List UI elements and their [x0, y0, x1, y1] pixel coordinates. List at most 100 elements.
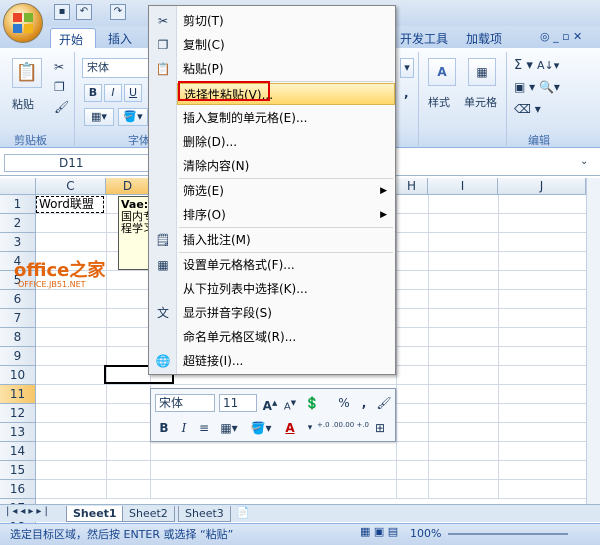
- row-header[interactable]: 10: [0, 366, 36, 385]
- fill-color-icon[interactable]: 🪣▾: [118, 108, 148, 126]
- context-menu-item[interactable]: 从下拉列表中选择(K)...: [177, 278, 395, 300]
- tab-home[interactable]: 开始: [50, 28, 96, 48]
- name-box[interactable]: D11: [4, 154, 150, 172]
- select-all-corner[interactable]: [0, 178, 36, 195]
- row-header[interactable]: 6: [0, 290, 36, 309]
- zoom-level[interactable]: 100%: [410, 527, 441, 540]
- row-header[interactable]: 9: [0, 347, 36, 366]
- styles-button-label[interactable]: 样式: [428, 94, 450, 110]
- center-align-icon[interactable]: ≡: [195, 419, 213, 437]
- context-menu-item[interactable]: 设置单元格格式(F)...: [177, 254, 395, 276]
- window-controls[interactable]: ◎ _ ▫ ✕: [540, 30, 582, 43]
- ribbon-italic-button[interactable]: I: [104, 84, 122, 102]
- row-header[interactable]: 3: [0, 233, 36, 252]
- merge-cells-icon[interactable]: ⊞: [371, 419, 389, 437]
- column-header[interactable]: I: [428, 178, 498, 195]
- ribbon-underline-button[interactable]: U: [124, 84, 142, 102]
- column-header[interactable]: D: [106, 178, 150, 195]
- decrease-decimal-button[interactable]: .00 +.0: [341, 421, 371, 439]
- save-icon[interactable]: ▪: [54, 4, 70, 20]
- cell-c1[interactable]: Word联盟: [36, 196, 104, 213]
- row-header[interactable]: 13: [0, 423, 36, 442]
- borders-icon[interactable]: ▦▾: [215, 419, 243, 437]
- autosum-icon[interactable]: Σ ▾ A↓▾: [514, 58, 559, 73]
- grow-font-icon[interactable]: A▲: [261, 394, 279, 413]
- context-menu-item-label: 插入复制的单元格(E)...: [183, 111, 308, 125]
- format-painter-icon[interactable]: 🖌: [54, 100, 69, 114]
- mini-font-size[interactable]: 11: [219, 394, 257, 412]
- context-menu-item-label: 剪切(T): [183, 14, 224, 28]
- percent-button[interactable]: %: [335, 394, 353, 412]
- column-header[interactable]: C: [36, 178, 106, 195]
- context-menu-item[interactable]: 插入批注(M): [177, 229, 395, 251]
- context-menu-item[interactable]: 显示拼音字段(S): [177, 302, 395, 324]
- tab-insert[interactable]: 插入: [100, 28, 140, 48]
- paste-button-label[interactable]: 粘贴: [12, 96, 34, 112]
- mini-bold-button[interactable]: B: [155, 419, 173, 437]
- context-menu-item[interactable]: 粘贴(P): [177, 58, 395, 80]
- copy-icon[interactable]: ❐: [54, 80, 65, 94]
- row-header[interactable]: 2: [0, 214, 36, 233]
- context-menu-item-label: 筛选(E): [183, 184, 224, 198]
- cells-button-label[interactable]: 单元格: [464, 94, 497, 110]
- tab-addins[interactable]: 加载项: [458, 28, 510, 48]
- context-menu-item[interactable]: 剪切(T): [177, 10, 395, 32]
- sheet-tab-1[interactable]: Sheet1: [66, 506, 124, 522]
- cut-icon[interactable]: ✂: [54, 60, 64, 74]
- row-header[interactable]: 12: [0, 404, 36, 423]
- fill-color-icon[interactable]: 🪣▾: [247, 419, 275, 437]
- column-header[interactable]: H: [396, 178, 428, 195]
- insert-sheet-icon[interactable]: 📄: [236, 506, 250, 519]
- context-menu-item[interactable]: 插入复制的单元格(E)...: [177, 107, 395, 129]
- format-painter-icon[interactable]: 🖌: [375, 394, 393, 412]
- ribbon-bold-button[interactable]: B: [84, 84, 102, 102]
- row-header[interactable]: 7: [0, 309, 36, 328]
- expand-formula-icon[interactable]: ⌄: [580, 156, 588, 167]
- paste-large-icon[interactable]: 📋: [12, 58, 42, 88]
- context-menu-item[interactable]: 命名单元格区域(R)...: [177, 326, 395, 348]
- context-menu-item[interactable]: 筛选(E) ▶: [177, 180, 395, 202]
- context-menu-item[interactable]: 排序(O) ▶: [177, 204, 395, 226]
- context-menu-item[interactable]: 删除(D)...: [177, 131, 395, 153]
- comma-button[interactable]: ,: [355, 394, 373, 412]
- context-menu-item-label: 设置单元格格式(F)...: [183, 258, 295, 272]
- column-header[interactable]: J: [498, 178, 586, 195]
- clear-icon[interactable]: ⌫ ▾: [514, 102, 541, 116]
- vertical-scrollbar[interactable]: [586, 178, 600, 504]
- row-header[interactable]: 16: [0, 480, 36, 499]
- fill-icon[interactable]: ▣ ▾ 🔍▾: [514, 80, 560, 94]
- row-header[interactable]: 15: [0, 461, 36, 480]
- menu-separator: [179, 252, 393, 253]
- zoom-slider[interactable]: [448, 533, 568, 535]
- cells-icon[interactable]: ▦: [468, 58, 496, 86]
- copy-icon: ❐: [157, 38, 169, 52]
- context-menu-item[interactable]: 清除内容(N): [177, 155, 395, 177]
- grid-line: [36, 498, 586, 499]
- row-header[interactable]: 11: [0, 385, 36, 404]
- font-color-button[interactable]: A: [281, 419, 299, 437]
- shrink-font-icon[interactable]: A▼: [281, 394, 299, 412]
- ribbon-font-name[interactable]: 宋体: [82, 58, 150, 78]
- undo-icon[interactable]: ↶: [76, 4, 92, 20]
- mini-font-name[interactable]: 宋体: [155, 394, 215, 412]
- context-menu-item[interactable]: 复制(C): [177, 34, 395, 56]
- styles-icon[interactable]: A: [428, 58, 456, 86]
- sheet-tab-2[interactable]: Sheet2: [122, 506, 175, 522]
- context-menu: 剪切(T) ✂ 复制(C) ❐ 粘贴(P) 📋 选择性粘贴(V)... 插入复制的单元格(E)…: [148, 5, 396, 375]
- context-menu-item[interactable]: 超链接(I)...: [177, 350, 395, 372]
- tab-developer[interactable]: 开发工具: [392, 28, 456, 48]
- borders-icon[interactable]: ▦▾: [84, 108, 114, 126]
- mini-italic-button[interactable]: I: [175, 419, 193, 437]
- currency-icon[interactable]: 💲: [303, 394, 321, 412]
- row-header[interactable]: 1: [0, 195, 36, 214]
- sheet-nav-arrows-icon[interactable]: |◂◂▸▸|: [6, 506, 51, 517]
- comma-style-button[interactable]: ,: [404, 86, 409, 100]
- row-header[interactable]: 14: [0, 442, 36, 461]
- redo-icon[interactable]: ↷: [110, 4, 126, 20]
- sheet-tab-3[interactable]: Sheet3: [178, 506, 231, 522]
- view-buttons-icon[interactable]: ▦ ▣ ▤: [360, 525, 398, 538]
- context-menu-item-label: 删除(D)...: [183, 135, 238, 149]
- office-button[interactable]: [3, 3, 43, 43]
- dropdown-arrow-icon[interactable]: ▾: [400, 58, 414, 78]
- row-header[interactable]: 8: [0, 328, 36, 347]
